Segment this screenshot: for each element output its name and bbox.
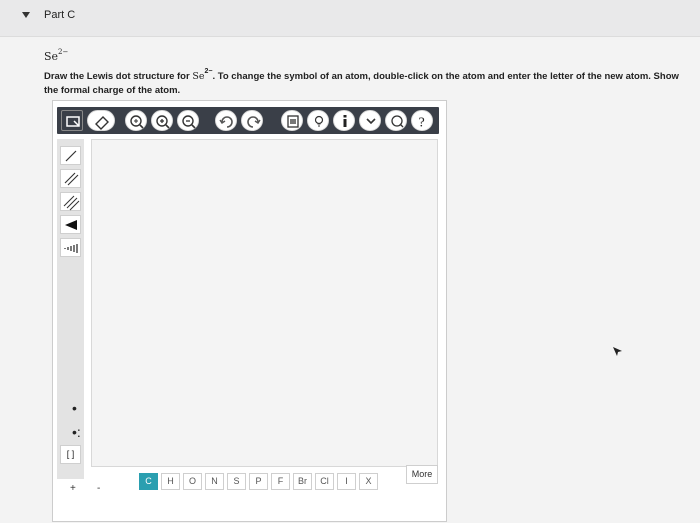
question-formula: Se2− xyxy=(44,48,69,63)
hash-bond-icon[interactable] xyxy=(60,238,81,257)
negative-charge-button[interactable]: - xyxy=(97,483,100,494)
editor-toolbar: ? xyxy=(57,107,439,134)
positive-charge-button[interactable]: + xyxy=(70,483,76,494)
zoom-out-icon[interactable] xyxy=(177,110,199,131)
element-F[interactable]: F xyxy=(271,473,290,490)
lewis-structure-editor: ? • •: [ ] + - C H O N S P F Br Cl I X M… xyxy=(52,100,447,522)
bracket-tool[interactable]: [ ] xyxy=(60,445,81,464)
drawing-canvas[interactable] xyxy=(91,139,438,467)
help-icon[interactable]: ? xyxy=(411,110,433,131)
select-icon[interactable] xyxy=(61,110,83,131)
zoom-in-icon[interactable] xyxy=(151,110,173,131)
lone-electron-tool[interactable]: • xyxy=(72,401,77,415)
redo-icon[interactable] xyxy=(241,110,263,131)
part-title: Part C xyxy=(44,9,76,21)
collapse-caret-icon[interactable] xyxy=(22,12,30,18)
element-N[interactable]: N xyxy=(205,473,224,490)
undo-icon[interactable] xyxy=(215,110,237,131)
part-header[interactable]: Part C xyxy=(0,0,700,37)
element-Br[interactable]: Br xyxy=(293,473,312,490)
element-Cl[interactable]: Cl xyxy=(315,473,334,490)
more-elements-button[interactable]: More xyxy=(406,465,438,484)
chevron-down-icon[interactable] xyxy=(359,110,381,131)
eraser-icon[interactable] xyxy=(87,110,115,131)
mouse-cursor-icon xyxy=(613,347,622,356)
double-bond-icon[interactable] xyxy=(60,169,81,188)
lone-pair-tool[interactable]: •: xyxy=(72,425,81,439)
element-X[interactable]: X xyxy=(359,473,378,490)
question-instructions: Draw the Lewis dot structure for Se2−. T… xyxy=(44,68,679,96)
element-palette: + - C H O N S P F Br Cl I X More xyxy=(53,465,446,523)
element-H[interactable]: H xyxy=(161,473,180,490)
bond-tool-sidebar: • •: [ ] xyxy=(57,139,84,479)
svg-text:?: ? xyxy=(419,116,425,131)
triple-bond-icon[interactable] xyxy=(60,192,81,211)
element-I[interactable]: I xyxy=(337,473,356,490)
hint-icon[interactable] xyxy=(307,110,329,131)
info-icon[interactable] xyxy=(333,110,355,131)
element-P[interactable]: P xyxy=(249,473,268,490)
zoom-fit-icon[interactable] xyxy=(125,110,147,131)
element-O[interactable]: O xyxy=(183,473,202,490)
chat-icon[interactable] xyxy=(385,110,407,131)
element-C[interactable]: C xyxy=(139,473,158,490)
template-icon[interactable] xyxy=(281,110,303,131)
single-bond-icon[interactable] xyxy=(60,146,81,165)
element-S[interactable]: S xyxy=(227,473,246,490)
wedge-bond-icon[interactable] xyxy=(60,215,81,234)
